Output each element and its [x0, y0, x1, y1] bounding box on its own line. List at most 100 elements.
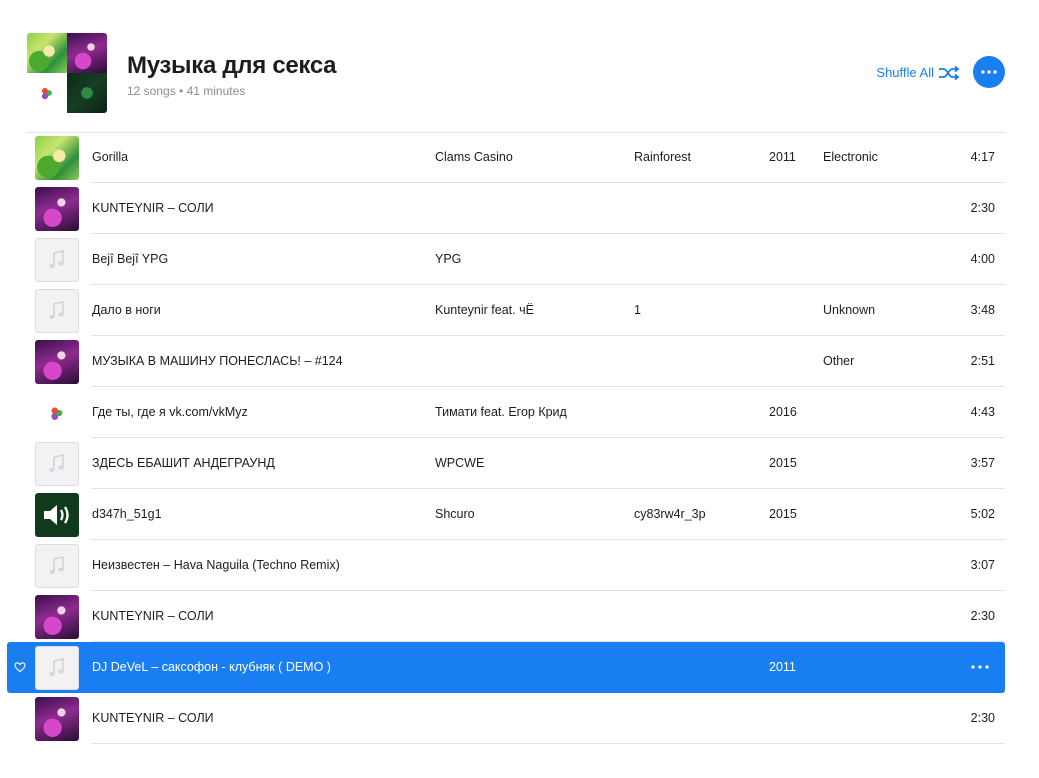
track-album: [634, 591, 759, 642]
track-genre: Other: [823, 354, 855, 368]
track-genre: [823, 438, 933, 489]
track-artist: [435, 183, 625, 234]
track-duration: 3:07: [970, 558, 995, 572]
track-genre: [823, 183, 933, 234]
track-year: [769, 234, 819, 285]
track-row-8[interactable]: d347h_51g1 Shcuro cy83rw4r_3p 2015 5:02: [0, 489, 1039, 540]
track-row-2[interactable]: KUNTEYNIR – СОЛИ 2:30: [0, 183, 1039, 234]
track-artwork: [35, 391, 79, 435]
track-row-5[interactable]: МУЗЫКА В МАШИНУ ПОНЕСЛАСЬ! – #124 Other …: [0, 336, 1039, 387]
track-year: 2015: [769, 456, 797, 470]
track-year: [769, 285, 819, 336]
track-title: ЗДЕСЬ ЕБАШИТ АНДЕГРАУНД: [92, 456, 275, 470]
track-duration: 2:30: [970, 201, 995, 215]
cover-tile-dark-green: [67, 73, 107, 113]
track-artwork: [35, 697, 79, 741]
track-genre: [823, 642, 933, 693]
music-note-icon: [49, 658, 64, 676]
track-album: [634, 387, 759, 438]
track-title: d347h_51g1: [92, 507, 162, 521]
track-genre: Unknown: [823, 303, 876, 317]
track-title: МУЗЫКА В МАШИНУ ПОНЕСЛАСЬ! – #124: [92, 354, 343, 368]
track-album: [634, 693, 759, 744]
track-artist: WPCWE: [435, 456, 485, 470]
row-ellipsis-icon[interactable]: [969, 662, 991, 672]
track-artist: Тимати feat. Егор Крид: [435, 405, 567, 419]
playlist-more-button[interactable]: [973, 56, 1005, 88]
track-year: 2011: [769, 150, 796, 164]
shuffle-all-label: Shuffle All: [876, 65, 934, 80]
track-duration: 3:57: [970, 456, 995, 470]
cover-tile-gorilla: [27, 33, 67, 73]
track-row-1[interactable]: Gorilla Clams Casino Rainforest 2011 Ele…: [0, 132, 1039, 183]
track-row-9[interactable]: Неизвестен – Hava Naguila (Techno Remix)…: [0, 540, 1039, 591]
track-year: [769, 183, 819, 234]
track-album: [634, 438, 759, 489]
track-genre: [823, 489, 933, 540]
track-artist: [435, 693, 625, 744]
track-album: [634, 183, 759, 234]
track-year: 2011: [769, 660, 796, 674]
track-artwork: [35, 493, 79, 537]
track-duration: 2:51: [970, 354, 995, 368]
track-artist: [435, 336, 625, 387]
playlist-title-block: Музыка для секса 12 songs • 41 minutes: [127, 51, 337, 98]
playlist-header: Музыка для секса 12 songs • 41 minutes S…: [27, 33, 1005, 113]
cover-tile-vkmyz: [27, 73, 67, 113]
track-artwork: [35, 238, 79, 282]
track-album: Rainforest: [634, 150, 691, 164]
track-artist: [435, 591, 625, 642]
track-artwork: [35, 595, 79, 639]
track-album: [634, 540, 759, 591]
track-duration: 2:30: [970, 609, 995, 623]
track-artist: Clams Casino: [435, 150, 513, 164]
track-artist: Kunteynir feat. чЁ: [435, 303, 534, 317]
track-row-12[interactable]: KUNTEYNIR – СОЛИ 2:30: [0, 693, 1039, 744]
track-artist: Shcuro: [435, 507, 475, 521]
track-artwork: [35, 289, 79, 333]
music-note-icon: [49, 556, 64, 574]
track-title: Дало в ноги: [92, 303, 161, 317]
track-genre: [823, 387, 933, 438]
track-row-6[interactable]: Где ты, где я vk.com/vkMyz Тимати feat. …: [0, 387, 1039, 438]
track-row-11[interactable]: DJ DeVeL – саксофон - клубняк ( DEMO ) 2…: [0, 642, 1039, 693]
track-year: [769, 591, 819, 642]
track-title: DJ DeVeL – саксофон - клубняк ( DEMO ): [92, 660, 331, 674]
shuffle-all-button[interactable]: Shuffle All: [876, 64, 960, 82]
playlist-meta: 12 songs • 41 minutes: [127, 84, 246, 98]
track-row-3[interactable]: Bejî Bejî YPG YPG 4:00: [0, 234, 1039, 285]
track-artist: [435, 642, 625, 693]
track-title: Bejî Bejî YPG: [92, 252, 169, 266]
track-duration: 5:02: [970, 507, 995, 521]
track-genre: [823, 591, 933, 642]
track-year: 2015: [769, 507, 797, 521]
track-title: KUNTEYNIR – СОЛИ: [92, 711, 214, 725]
playlist-cover[interactable]: [27, 33, 107, 113]
track-duration: 4:17: [970, 150, 995, 164]
music-app-playlist-view: Музыка для секса 12 songs • 41 minutes S…: [0, 0, 1039, 778]
track-row-10[interactable]: KUNTEYNIR – СОЛИ 2:30: [0, 591, 1039, 642]
track-genre: [823, 234, 933, 285]
track-artwork: [35, 340, 79, 384]
shuffle-icon: [939, 65, 960, 81]
track-list: Gorilla Clams Casino Rainforest 2011 Ele…: [0, 132, 1039, 744]
track-duration: 4:00: [970, 252, 995, 266]
track-genre: [823, 693, 933, 744]
track-artwork: [35, 442, 79, 486]
music-note-icon: [49, 454, 64, 472]
track-row-4[interactable]: Дало в ноги Kunteynir feat. чЁ 1 Unknown…: [0, 285, 1039, 336]
track-artist: YPG: [435, 252, 462, 266]
track-year: 2016: [769, 405, 797, 419]
track-album: 1: [634, 303, 641, 317]
cover-tile-purple: [67, 33, 107, 73]
track-year: [769, 540, 819, 591]
track-row-7[interactable]: ЗДЕСЬ ЕБАШИТ АНДЕГРАУНД WPCWE 2015 3:57: [0, 438, 1039, 489]
track-duration: 4:43: [970, 405, 995, 419]
track-year: [769, 693, 819, 744]
music-note-icon: [49, 301, 64, 319]
music-note-icon: [49, 250, 64, 268]
heart-icon[interactable]: [14, 661, 26, 673]
track-artwork: [35, 136, 79, 180]
track-genre: Electronic: [823, 150, 878, 164]
track-artwork: [35, 544, 79, 588]
